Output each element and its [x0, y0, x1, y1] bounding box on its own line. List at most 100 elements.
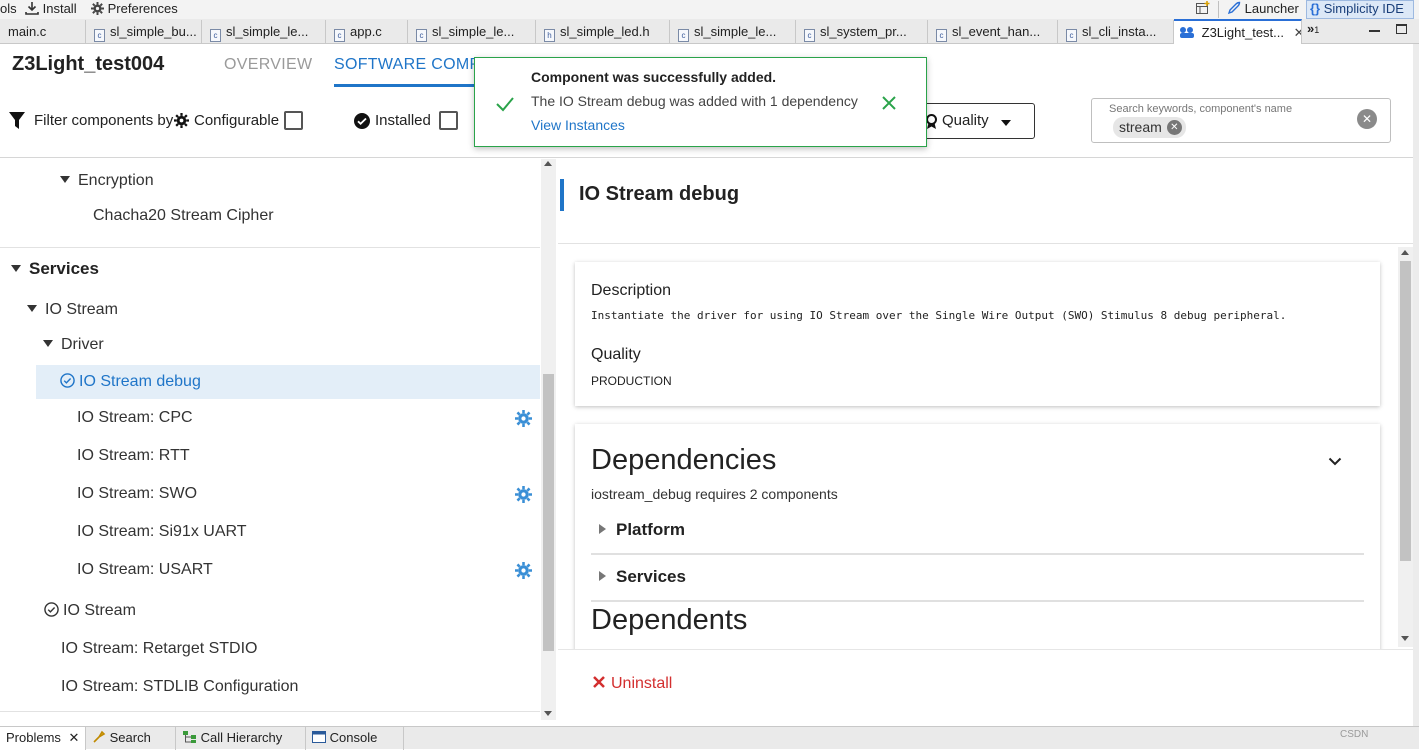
- installed-checkbox[interactable]: [439, 111, 458, 130]
- tree-item-driver[interactable]: Driver: [0, 328, 540, 362]
- scroll-up-icon[interactable]: [1401, 250, 1409, 255]
- caret-right-icon: [599, 571, 606, 581]
- tree-item-io-stream-core[interactable]: IO Stream: [0, 594, 540, 628]
- configure-gear-icon[interactable]: [515, 486, 532, 503]
- tab-z3light-test[interactable]: Z3Light_test... ✕: [1174, 19, 1302, 44]
- chevron-down-icon[interactable]: [1328, 457, 1342, 466]
- caret-down-icon: [43, 340, 53, 347]
- preferences-label: Preferences: [107, 1, 178, 16]
- tree-item-io-stream-debug[interactable]: IO Stream debug: [36, 365, 540, 399]
- tree-item-label: IO Stream: [45, 301, 118, 318]
- tab-sl-cli-insta[interactable]: c sl_cli_insta...: [1058, 20, 1174, 44]
- tab-label: Call Hierarchy: [200, 730, 283, 745]
- scroll-thumb[interactable]: [1400, 261, 1411, 561]
- tab-label: Search: [109, 730, 151, 745]
- launcher-button[interactable]: Launcher: [1227, 1, 1299, 16]
- search-placeholder: Search keywords, component's name: [1109, 103, 1293, 115]
- chip-remove-icon[interactable]: ✕: [1166, 120, 1182, 135]
- perspective-switch-icon[interactable]: [1195, 0, 1211, 19]
- tab-main-c[interactable]: main.c: [0, 20, 86, 44]
- tree-item-label: Services: [29, 259, 99, 278]
- action-footer: Uninstall: [558, 649, 1413, 720]
- tab-sl-simple-led-h[interactable]: h sl_simple_led.h: [536, 20, 670, 44]
- quality-label: Quality: [942, 112, 989, 129]
- tree-item-io-stream-usart[interactable]: IO Stream: USART: [0, 553, 540, 587]
- tabs-overflow-button[interactable]: »1: [1307, 21, 1319, 36]
- search-chip[interactable]: stream ✕: [1113, 117, 1186, 138]
- tab-sl-simple-le-2[interactable]: c sl_simple_le...: [408, 20, 536, 44]
- tab-label: sl_event_han...: [952, 24, 1041, 39]
- toolbar-partial-label[interactable]: ols: [0, 1, 17, 16]
- scroll-down-icon[interactable]: [544, 711, 552, 716]
- download-icon: [25, 2, 39, 15]
- configurable-checkbox[interactable]: [284, 111, 303, 130]
- tab-label: sl_system_pr...: [820, 24, 907, 39]
- description-text: Instantiate the driver for using IO Stre…: [591, 309, 1287, 322]
- tree-item-services[interactable]: Services: [0, 252, 540, 286]
- minimize-icon[interactable]: [1369, 30, 1380, 32]
- close-icon: [593, 676, 605, 688]
- caret-right-icon: [599, 524, 606, 534]
- maximize-icon[interactable]: [1396, 24, 1407, 34]
- uninstall-button[interactable]: Uninstall: [593, 675, 672, 693]
- quality-dropdown[interactable]: Quality: [914, 103, 1035, 139]
- tab-overview[interactable]: OVERVIEW: [224, 56, 312, 74]
- c-file-icon: c: [416, 29, 427, 42]
- tab-sl-simple-le-3[interactable]: c sl_simple_le...: [670, 20, 796, 44]
- description-card: Description Instantiate the driver for u…: [575, 262, 1380, 406]
- dependencies-card: Dependencies iostream_debug requires 2 c…: [575, 424, 1380, 664]
- dependency-group-platform[interactable]: Platform: [599, 520, 685, 540]
- filter-label: Filter components by: [34, 112, 174, 129]
- tab-search[interactable]: Search: [86, 727, 176, 750]
- tab-label: sl_simple_le...: [432, 24, 515, 39]
- tree-item-encryption[interactable]: Encryption: [0, 164, 540, 198]
- tree-item-stdlib-config[interactable]: IO Stream: STDLIB Configuration: [0, 670, 540, 704]
- tab-call-hierarchy[interactable]: Call Hierarchy: [176, 727, 306, 750]
- tab-sl-system-pr[interactable]: c sl_system_pr...: [796, 20, 928, 44]
- check-circle-icon: [60, 373, 75, 388]
- check-circle-icon: [44, 602, 59, 617]
- tree-item-io-stream-si91x[interactable]: IO Stream: Si91x UART: [0, 515, 540, 549]
- clear-search-icon[interactable]: ✕: [1357, 109, 1377, 129]
- details-scrollbar[interactable]: [1398, 247, 1413, 647]
- scroll-thumb[interactable]: [543, 374, 554, 651]
- tree-item-io-stream-cpc[interactable]: IO Stream: CPC: [0, 401, 540, 435]
- tab-close-icon[interactable]: ✕: [1294, 25, 1301, 40]
- preferences-button[interactable]: Preferences: [91, 1, 178, 16]
- tab-sl-event-han[interactable]: c sl_event_han...: [928, 20, 1058, 44]
- close-icon[interactable]: [881, 95, 897, 111]
- tab-close-icon[interactable]: ✕: [69, 730, 80, 745]
- tab-label: sl_simple_led.h: [560, 24, 650, 39]
- tree-item-io-stream-swo[interactable]: IO Stream: SWO: [0, 477, 540, 511]
- toast-message: The IO Stream debug was added with 1 dep…: [531, 93, 858, 109]
- tab-sl-simple-bu[interactable]: c sl_simple_bu...: [86, 20, 202, 44]
- tab-console[interactable]: Console: [306, 727, 404, 750]
- configure-gear-icon[interactable]: [515, 410, 532, 427]
- caret-down-icon: [27, 305, 37, 312]
- top-toolbar: ols Install Preferences Launcher {} Simp…: [0, 0, 1419, 19]
- active-tab-underline: [334, 84, 480, 87]
- tab-sl-simple-le-1[interactable]: c sl_simple_le...: [202, 20, 326, 44]
- simplicity-ide-button[interactable]: {} Simplicity IDE: [1306, 0, 1414, 19]
- tree-scrollbar[interactable]: [541, 159, 556, 720]
- tab-problems[interactable]: Problems ✕: [0, 727, 86, 750]
- tree-item-io-stream-rtt[interactable]: IO Stream: RTT: [0, 439, 540, 473]
- tree-item-retarget-stdio[interactable]: IO Stream: Retarget STDIO: [0, 632, 540, 666]
- tree-item-chacha20[interactable]: Chacha20 Stream Cipher: [0, 199, 540, 233]
- tree-item-io-stream[interactable]: IO Stream: [0, 293, 540, 327]
- tab-label: Z3Light_test...: [1201, 25, 1285, 40]
- view-instances-link[interactable]: View Instances: [531, 117, 625, 133]
- c-file-icon: c: [94, 29, 105, 42]
- dependency-group-services[interactable]: Services: [599, 567, 686, 587]
- tab-app-c[interactable]: c app.c: [326, 20, 408, 44]
- tab-software-components[interactable]: SOFTWARE COMPO: [334, 56, 493, 74]
- filter-icon: [9, 112, 25, 129]
- installed-label: Installed: [375, 112, 431, 129]
- scroll-down-icon[interactable]: [1401, 636, 1409, 641]
- install-button[interactable]: Install: [25, 1, 77, 16]
- editor-scrollbar[interactable]: [1413, 44, 1419, 726]
- configure-gear-icon[interactable]: [515, 562, 532, 579]
- tab-label: sl_simple_bu...: [110, 24, 197, 39]
- scroll-up-icon[interactable]: [544, 161, 552, 166]
- search-input[interactable]: Search keywords, component's name stream…: [1091, 98, 1391, 143]
